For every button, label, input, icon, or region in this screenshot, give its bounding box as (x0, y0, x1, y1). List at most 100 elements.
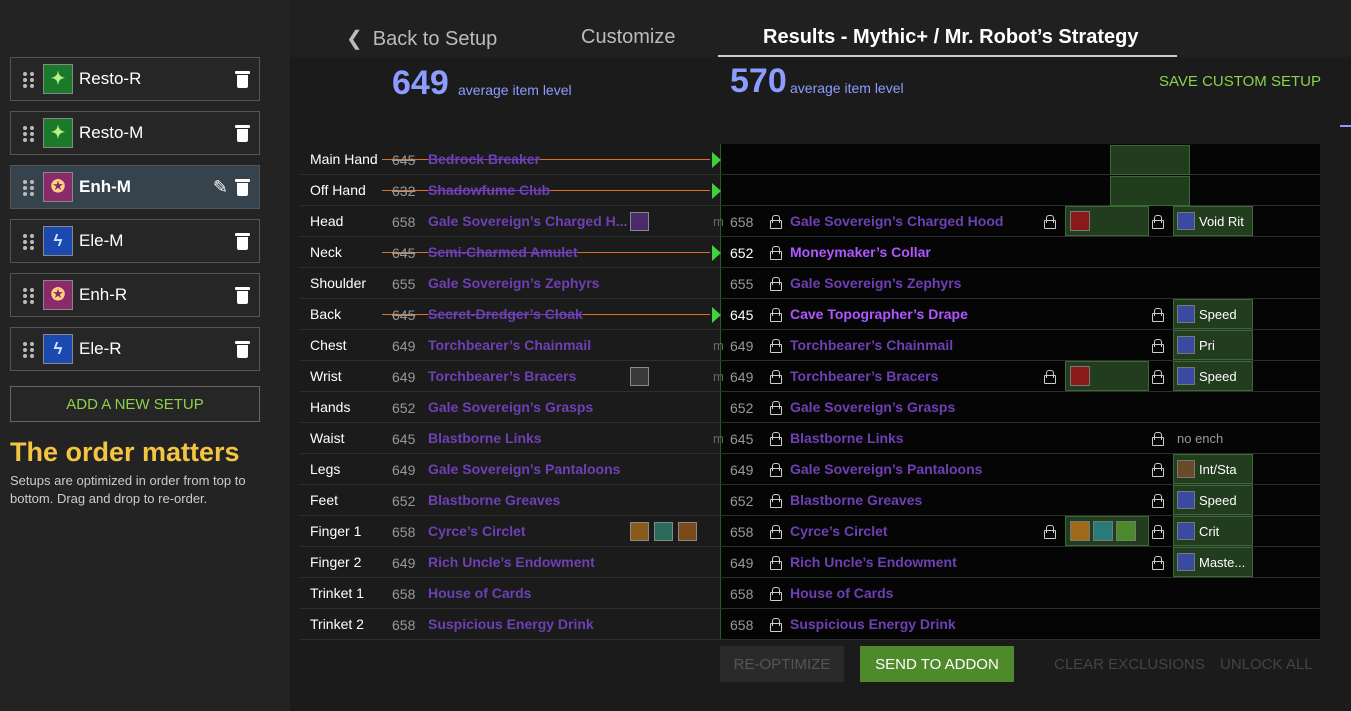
current-item[interactable]: House of Cards (428, 585, 638, 601)
lock-icon[interactable] (1044, 215, 1056, 229)
lock-icon[interactable] (770, 246, 782, 260)
current-item[interactable]: Torchbearer’s Bracers (428, 368, 638, 384)
lock-icon[interactable] (770, 339, 782, 353)
new-item[interactable]: Gale Sovereign’s Zephyrs (790, 275, 961, 291)
drag-handle-icon[interactable] (23, 126, 35, 142)
trash-icon[interactable] (235, 232, 250, 250)
setup-item-enh-m[interactable]: ✪ Enh-M ✎ (10, 165, 260, 209)
lock-icon[interactable] (1152, 556, 1164, 570)
lock-icon[interactable] (770, 463, 782, 477)
trash-icon[interactable] (235, 340, 250, 358)
current-item[interactable]: Gale Sovereign’s Charged H... (428, 213, 638, 229)
setup-item-resto-r[interactable]: ✦ Resto-R (10, 57, 260, 101)
lock-icon[interactable] (1152, 432, 1164, 446)
setup-item-ele-r[interactable]: ϟ Ele-R (10, 327, 260, 371)
save-custom-setup-button[interactable]: SAVE CUSTOM SETUP (1159, 73, 1321, 90)
lock-icon[interactable] (770, 215, 782, 229)
trash-icon[interactable] (235, 178, 250, 196)
enchant-slot[interactable]: Speed (1173, 485, 1253, 515)
drag-handle-icon[interactable] (23, 234, 35, 250)
lock-icon[interactable] (770, 401, 782, 415)
new-item[interactable]: Rich Uncle’s Endowment (790, 554, 957, 570)
trash-icon[interactable] (235, 124, 250, 142)
drag-handle-icon[interactable] (23, 72, 35, 88)
lock-icon[interactable] (770, 277, 782, 291)
setup-item-enh-r[interactable]: ✪ Enh-R (10, 273, 260, 317)
current-item[interactable]: Blastborne Links (428, 430, 638, 446)
new-item[interactable]: Moneymaker’s Collar (790, 244, 931, 260)
setup-item-ele-m[interactable]: ϟ Ele-M (10, 219, 260, 263)
drag-handle-icon[interactable] (23, 180, 35, 196)
current-item[interactable]: Blastborne Greaves (428, 492, 638, 508)
enchant-slot[interactable]: Maste... (1173, 547, 1253, 577)
new-item[interactable]: Torchbearer’s Chainmail (790, 337, 953, 353)
new-item[interactable]: Gale Sovereign’s Charged Hood (790, 213, 1003, 229)
current-item[interactable]: Torchbearer’s Chainmail (428, 337, 638, 353)
gem-slot[interactable] (1065, 206, 1149, 236)
current-item[interactable]: Gale Sovereign’s Zephyrs (428, 275, 638, 291)
new-item[interactable]: Blastborne Links (790, 430, 904, 446)
current-item[interactable]: Rich Uncle’s Endowment (428, 554, 638, 570)
new-item[interactable]: Gale Sovereign’s Grasps (790, 399, 955, 415)
current-item[interactable]: Gale Sovereign’s Pantaloons (428, 461, 638, 477)
lock-icon[interactable] (1152, 339, 1164, 353)
enchant-slot[interactable]: Speed (1173, 361, 1253, 391)
current-item[interactable]: Bedrock Breaker (428, 151, 638, 167)
enchant-label: Int/Sta (1199, 461, 1237, 477)
current-item[interactable]: Shadowfume Club (428, 182, 638, 198)
current-item[interactable]: Cyrce’s Circlet (428, 523, 638, 539)
lock-icon[interactable] (1044, 525, 1056, 539)
lock-icon[interactable] (770, 494, 782, 508)
setup-item-resto-m[interactable]: ✦ Resto-M (10, 111, 260, 155)
pencil-icon[interactable]: ✎ (213, 177, 228, 198)
new-item[interactable]: Blastborne Greaves (790, 492, 922, 508)
current-item[interactable]: Suspicious Energy Drink (428, 616, 638, 632)
tab-back-to-setup[interactable]: ❮ Back to Setup (346, 26, 497, 51)
current-ilvl: 645 (392, 431, 416, 447)
enchant-slot[interactable]: Int/Sta (1173, 454, 1253, 484)
empty-gem-slot[interactable] (1110, 145, 1190, 175)
enchant-slot[interactable]: Crit (1173, 516, 1253, 546)
new-item[interactable]: House of Cards (790, 585, 893, 601)
new-item[interactable]: Gale Sovereign’s Pantaloons (790, 461, 982, 477)
enchant-slot[interactable]: Pri (1173, 330, 1253, 360)
new-item[interactable]: Torchbearer’s Bracers (790, 368, 938, 384)
add-setup-button[interactable]: ADD A NEW SETUP (10, 386, 260, 422)
tab-customize[interactable]: Customize (581, 26, 675, 49)
new-item[interactable]: Suspicious Energy Drink (790, 616, 956, 632)
lock-icon[interactable] (770, 370, 782, 384)
lock-icon[interactable] (1152, 308, 1164, 322)
lock-icon[interactable] (1152, 370, 1164, 384)
new-item[interactable]: Cyrce’s Circlet (790, 523, 888, 539)
lock-icon[interactable] (770, 432, 782, 446)
send-to-addon-button[interactable]: SEND TO ADDON (860, 646, 1014, 682)
lock-icon[interactable] (1044, 370, 1056, 384)
lock-icon[interactable] (770, 587, 782, 601)
gem-slot[interactable] (1065, 516, 1149, 546)
trash-icon[interactable] (235, 286, 250, 304)
lock-icon[interactable] (1152, 215, 1164, 229)
empty-gem-slot[interactable] (1110, 176, 1190, 206)
lock-icon[interactable] (770, 308, 782, 322)
enchant-slot[interactable]: Speed (1173, 299, 1253, 329)
lock-icon[interactable] (1152, 494, 1164, 508)
drag-handle-icon[interactable] (23, 288, 35, 304)
clear-exclusions-button[interactable]: CLEAR EXCLUSIONS (1054, 646, 1205, 682)
gear-row-trinket-2: Trinket 2 658 Suspicious Energy Drink 65… (300, 609, 1320, 640)
reoptimize-button[interactable]: RE-OPTIMIZE (720, 646, 844, 682)
gem-slot[interactable] (1065, 361, 1149, 391)
new-item[interactable]: Cave Topographer’s Drape (790, 306, 968, 322)
current-item[interactable]: Semi-Charmed Amulet (428, 244, 638, 260)
tab-results[interactable]: Results - Mythic+ / Mr. Robot’s Strategy (763, 26, 1138, 49)
lock-icon[interactable] (770, 525, 782, 539)
lock-icon[interactable] (1152, 525, 1164, 539)
current-item[interactable]: Gale Sovereign’s Grasps (428, 399, 638, 415)
lock-icon[interactable] (770, 556, 782, 570)
enchant-slot[interactable]: Void Rit (1173, 206, 1253, 236)
current-item[interactable]: Secret-Dredger’s Cloak (428, 306, 638, 322)
trash-icon[interactable] (235, 70, 250, 88)
unlock-all-button[interactable]: UNLOCK ALL (1220, 646, 1313, 682)
drag-handle-icon[interactable] (23, 342, 35, 358)
lock-icon[interactable] (1152, 463, 1164, 477)
lock-icon[interactable] (770, 618, 782, 632)
